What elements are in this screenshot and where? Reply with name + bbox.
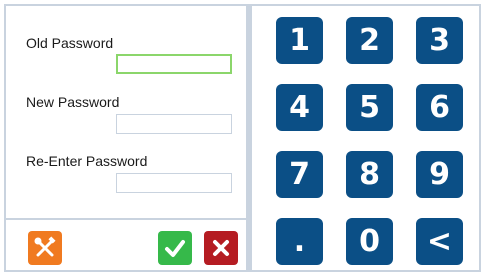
new-password-field[interactable] xyxy=(116,114,232,134)
new-password-label: New Password xyxy=(26,94,120,110)
keypad-key-1[interactable]: 1 xyxy=(276,17,323,64)
keypad-key-9[interactable]: 9 xyxy=(416,151,463,198)
settings-button[interactable] xyxy=(28,231,62,265)
keypad-border-bottom xyxy=(252,270,481,272)
keypad-key-0[interactable]: 0 xyxy=(346,218,393,265)
tools-icon xyxy=(34,236,56,257)
keypad-key-2[interactable]: 2 xyxy=(346,17,393,64)
keypad-key-5[interactable]: 5 xyxy=(346,84,393,131)
close-icon xyxy=(213,240,229,256)
keypad-key-8[interactable]: 8 xyxy=(346,151,393,198)
panel-divider xyxy=(248,4,252,272)
old-password-label: Old Password xyxy=(26,35,114,51)
keypad-key-4[interactable]: 4 xyxy=(276,84,323,131)
keypad-key-backspace[interactable]: < xyxy=(416,218,463,265)
checkmark-icon xyxy=(165,240,185,257)
reenter-password-label: Re-Enter Password xyxy=(26,153,148,169)
confirm-button[interactable] xyxy=(158,231,192,265)
reenter-password-field[interactable] xyxy=(116,173,232,193)
keypad-key-decimal[interactable]: . xyxy=(276,218,323,265)
keypad-key-6[interactable]: 6 xyxy=(416,84,463,131)
keypad-key-3[interactable]: 3 xyxy=(416,17,463,64)
password-dialog: Old Password New Password Re-Enter Passw… xyxy=(0,0,483,275)
action-bar-divider xyxy=(4,218,248,220)
keypad-border-top xyxy=(252,4,481,6)
keypad-border-right xyxy=(479,4,481,272)
old-password-field[interactable] xyxy=(116,54,232,74)
cancel-button[interactable] xyxy=(204,231,238,265)
keypad-key-7[interactable]: 7 xyxy=(276,151,323,198)
